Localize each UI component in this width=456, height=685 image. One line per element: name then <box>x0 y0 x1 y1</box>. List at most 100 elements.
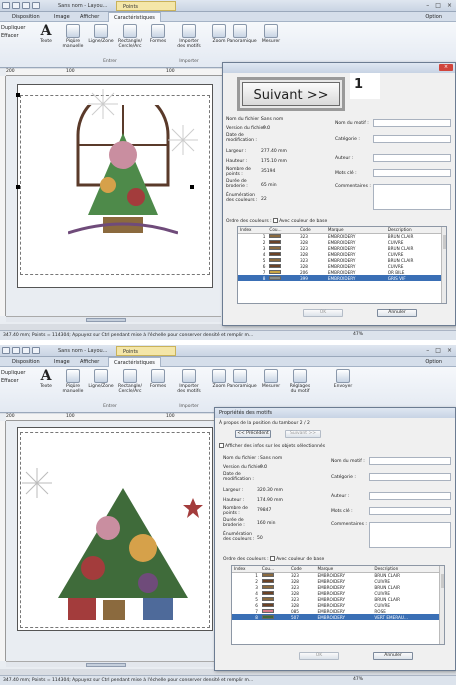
manual-stitch-button[interactable]: Piqûre manuelle <box>60 24 86 56</box>
motif-settings-button[interactable]: Réglages du motif <box>287 369 313 401</box>
base-color-checkbox[interactable] <box>273 218 279 223</box>
scrollbar-thumb[interactable] <box>86 318 126 322</box>
table-row[interactable]: 8 507 EMBROIDERY VERT EMERAU... <box>232 614 440 620</box>
hoop-area[interactable] <box>16 84 213 288</box>
pan-button[interactable]: Panoramique <box>227 24 257 56</box>
window-controls[interactable]: – □ × <box>426 2 452 9</box>
tab-caracteristiques[interactable]: Caractéristiques <box>108 357 161 367</box>
measure-button[interactable]: Mesurer <box>258 24 284 56</box>
selection-handle[interactable] <box>16 93 20 97</box>
manual-stitch-button[interactable]: Piqûre manuelle <box>60 369 86 401</box>
rectangle-icon <box>123 369 137 383</box>
quick-access-toolbar[interactable] <box>2 2 48 10</box>
cancel-button[interactable]: Annuler <box>377 309 417 317</box>
horizontal-scrollbar[interactable] <box>6 661 221 667</box>
keywords-field[interactable] <box>373 169 451 177</box>
delete-button[interactable]: Effacer <box>1 378 19 384</box>
group-importer-label: Importer <box>179 59 199 64</box>
category-field[interactable] <box>373 135 451 143</box>
selection-handle[interactable] <box>190 185 194 189</box>
line-icon <box>94 369 108 383</box>
shapes-button[interactable]: Formes <box>145 369 171 401</box>
christmas-tree-design[interactable] <box>48 488 198 628</box>
author-field[interactable] <box>373 154 451 162</box>
motif-name-field[interactable] <box>373 119 451 127</box>
shapes-button[interactable]: Formes <box>145 24 171 56</box>
color-order-table[interactable]: Index Cou... Code Marque Description 1 32… <box>231 565 445 645</box>
previous-button[interactable]: << Précédent <box>235 430 271 438</box>
tab-caracteristiques[interactable]: Caractéristiques <box>108 12 161 22</box>
motif-properties-dialog: × Suivant >> 1 Nom du fichier : Sans nom… <box>222 62 456 326</box>
color-swatch <box>261 585 274 589</box>
import-motif-button[interactable]: Importer des motifs <box>176 24 202 56</box>
rect-circle-button[interactable]: Rectangle/ Cercle/Arc <box>117 24 143 56</box>
ok-button[interactable]: OK <box>299 652 339 660</box>
measure-button[interactable]: Mesurer <box>258 369 284 401</box>
tab-disposition[interactable]: Disposition <box>12 14 40 20</box>
comments-field[interactable] <box>369 522 451 548</box>
duplicate-button[interactable]: Dupliquer <box>1 25 25 31</box>
send-button[interactable]: Envoyer <box>330 369 356 401</box>
show-selected-checkbox[interactable] <box>219 443 224 448</box>
color-swatch <box>269 258 282 262</box>
scrollbar-thumb[interactable] <box>86 663 126 667</box>
close-icon[interactable]: × <box>447 347 452 354</box>
comments-field[interactable] <box>373 184 451 210</box>
author-field[interactable] <box>369 492 451 500</box>
color-swatch <box>261 573 274 578</box>
pan-button[interactable]: Panoramique <box>227 369 257 401</box>
tab-disposition[interactable]: Disposition <box>12 359 40 365</box>
minimize-icon[interactable]: – <box>426 2 429 9</box>
context-tab-points[interactable]: Points <box>116 346 176 356</box>
table-row[interactable]: 8 399 EMBROIDERY GRIS VIF <box>238 275 442 281</box>
base-color-checkbox[interactable] <box>270 556 276 561</box>
delete-button[interactable]: Effacer <box>1 33 19 39</box>
color-table: Index Cou... Code Marque Description 1 32… <box>238 227 442 281</box>
minimize-icon[interactable]: – <box>426 347 429 354</box>
next-button[interactable]: Suivant >> <box>242 82 340 106</box>
selection-handle[interactable] <box>16 185 20 189</box>
christmas-window-design[interactable] <box>68 105 178 255</box>
maximize-icon[interactable]: □ <box>435 347 441 354</box>
vertical-ruler <box>0 421 6 661</box>
tab-afficher[interactable]: Afficher <box>80 14 99 20</box>
color-swatch <box>269 240 282 244</box>
duplicate-button[interactable]: Dupliquer <box>1 370 25 376</box>
option-menu[interactable]: Option <box>425 359 442 365</box>
line-zone-button[interactable]: Ligne/Zone <box>88 369 114 401</box>
close-icon[interactable]: × <box>439 64 453 71</box>
rect-circle-button[interactable]: Rectangle/ Cercle/Arc <box>117 369 143 401</box>
text-button[interactable]: A Texte <box>33 24 59 56</box>
tab-afficher[interactable]: Afficher <box>80 359 99 365</box>
motif-name-field[interactable] <box>369 457 451 465</box>
line-zone-button[interactable]: Ligne/Zone <box>88 24 114 56</box>
tab-image[interactable]: Image <box>54 14 70 20</box>
status-bar: 347.40 mm; Points = 114304; Appuyez sur … <box>0 675 456 685</box>
context-tab-points[interactable]: Points <box>116 1 176 11</box>
tab-image[interactable]: Image <box>54 359 70 365</box>
zoom-level[interactable]: 47% <box>353 332 363 337</box>
scrollbar-thumb[interactable] <box>441 574 444 588</box>
color-table: Index Cou... Code Marque Description 1 32… <box>232 566 440 620</box>
table-scrollbar[interactable] <box>439 566 444 644</box>
option-menu[interactable]: Option <box>425 14 442 20</box>
quick-access-toolbar[interactable] <box>2 347 48 355</box>
maximize-icon[interactable]: □ <box>435 2 441 9</box>
text-button[interactable]: A Texte <box>33 369 59 401</box>
star-decoration <box>183 498 203 518</box>
close-icon[interactable]: × <box>447 2 452 9</box>
hoop-area[interactable] <box>17 427 213 631</box>
cancel-button[interactable]: Annuler <box>373 652 413 660</box>
next-button[interactable]: Suivant >> <box>285 430 321 438</box>
ok-button[interactable]: OK <box>303 309 343 317</box>
scrollbar-thumb[interactable] <box>443 235 446 249</box>
window-controls[interactable]: – □ × <box>426 347 452 354</box>
zoom-level[interactable]: 47% <box>353 677 363 682</box>
category-field[interactable] <box>369 473 451 481</box>
import-motif-button[interactable]: Importer des motifs <box>176 369 202 401</box>
keywords-field[interactable] <box>369 507 451 515</box>
table-scrollbar[interactable] <box>441 227 446 303</box>
color-order-table[interactable]: Index Cou... Code Marque Description 1 32… <box>237 226 447 304</box>
td-index: 8 <box>255 614 258 620</box>
horizontal-scrollbar[interactable] <box>6 316 221 322</box>
